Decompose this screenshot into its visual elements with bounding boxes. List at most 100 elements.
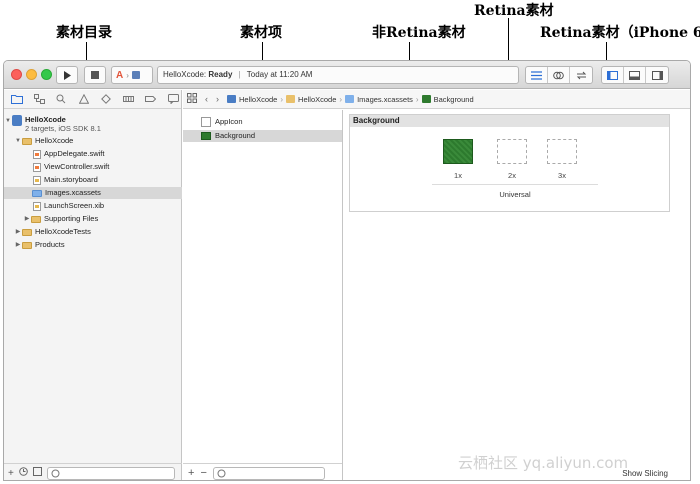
- editor-mode-control[interactable]: [525, 66, 593, 84]
- breadcrumb-project[interactable]: HelloXcode: [227, 95, 277, 104]
- activity-status: HelloXcode: Ready | Today at 11:20 AM: [157, 66, 519, 84]
- xcode-app-icon: A: [116, 69, 124, 81]
- run-button[interactable]: [56, 66, 78, 84]
- source-control-filter-icon[interactable]: [32, 467, 42, 479]
- tree-item-label: Products: [35, 240, 65, 249]
- device-divider: [432, 184, 598, 185]
- asset-set-appicon[interactable]: AppIcon: [183, 116, 342, 128]
- tree-item-appdelegate[interactable]: AppDelegate.swift: [4, 148, 182, 160]
- tree-item-images-xcassets[interactable]: Images.xcassets: [4, 187, 182, 199]
- project-name: HelloXcode: [25, 115, 66, 124]
- watermark: 云栖社区 yq.aliyun.com: [458, 454, 629, 472]
- image-set-title: Background: [350, 115, 669, 127]
- search-icon[interactable]: [54, 92, 69, 106]
- minimize-button[interactable]: [26, 69, 37, 80]
- asset-list-filter-bar: + −: [183, 463, 342, 480]
- swift-file-icon: [33, 149, 41, 159]
- xcode-project-icon: [227, 95, 236, 103]
- status-time: Today at 11:20 AM: [246, 70, 313, 79]
- stop-button[interactable]: [84, 66, 106, 84]
- asset-set-background[interactable]: Background: [183, 130, 342, 142]
- tree-item-label: ViewController.swift: [44, 162, 110, 171]
- folder-icon: [22, 137, 32, 145]
- scheme-selector[interactable]: A ›: [111, 66, 153, 84]
- warning-icon[interactable]: [76, 92, 91, 106]
- xcode-window: A › HelloXcode: Ready | Today at 11:20 A…: [3, 60, 691, 481]
- status-separator: |: [238, 70, 241, 79]
- breadcrumb-asset-catalog[interactable]: Images.xcassets: [345, 95, 413, 104]
- show-slicing-button[interactable]: Show Slicing: [622, 469, 668, 478]
- filter-icon: [51, 469, 60, 477]
- assistant-editor-icon[interactable]: [548, 67, 570, 83]
- version-editor-icon[interactable]: [570, 67, 592, 83]
- project-subtitle: 2 targets, iOS SDK 8.1: [25, 124, 101, 133]
- disclosure-right-icon[interactable]: ▶: [14, 239, 22, 251]
- annotation-assets-list: 素材目录: [56, 25, 112, 41]
- view-toggle-control[interactable]: [601, 66, 669, 84]
- breadcrumb-label: Images.xcassets: [357, 94, 413, 104]
- image-set-icon: [201, 132, 211, 140]
- slot-label-1x: 1x: [454, 171, 462, 180]
- asset-catalog-icon: [32, 189, 42, 197]
- tree-item-label: Main.storyboard: [44, 175, 98, 184]
- asset-set-list: AppIcon Background + −: [183, 110, 343, 480]
- report-navigator-icon[interactable]: [166, 92, 181, 106]
- chevron-right-icon: ›: [126, 70, 129, 80]
- breadcrumb-group[interactable]: HelloXcode: [286, 95, 336, 104]
- device-label: Universal: [499, 190, 531, 199]
- image-slot-1x[interactable]: [443, 139, 473, 164]
- tree-project-root[interactable]: ▼ HelloXcode 2 targets, iOS SDK 8.1: [4, 113, 182, 133]
- related-items-icon[interactable]: [187, 93, 197, 105]
- navigator-filter-input[interactable]: [46, 466, 175, 480]
- annotation-asset-item: 素材项: [240, 25, 282, 41]
- tree-item-products[interactable]: ▶ Products: [4, 239, 182, 251]
- symbol-navigator-icon[interactable]: [31, 92, 46, 106]
- disclosure-right-icon[interactable]: ▶: [23, 213, 31, 225]
- asset-editor: Background 1x 2x 3x Universal Show Slici…: [344, 110, 690, 480]
- breakpoint-navigator-icon[interactable]: [143, 92, 158, 106]
- recent-files-icon[interactable]: [19, 467, 28, 479]
- standard-editor-icon[interactable]: [526, 67, 548, 83]
- disclosure-right-icon[interactable]: ▶: [14, 226, 22, 238]
- tree-item-label: Images.xcassets: [45, 188, 101, 197]
- zoom-button[interactable]: [41, 69, 52, 80]
- forward-arrow-icon[interactable]: ›: [216, 94, 219, 104]
- utilities-toggle-icon[interactable]: [646, 67, 668, 83]
- chevron-right-icon: ›: [339, 94, 343, 104]
- test-navigator-icon[interactable]: [99, 92, 114, 106]
- add-icon[interactable]: +: [8, 468, 14, 479]
- folder-icon: [31, 215, 41, 223]
- asset-set-label: Background: [215, 131, 256, 140]
- annotation-retina: Retina素材: [474, 3, 554, 19]
- image-slot-2x[interactable]: [497, 139, 527, 164]
- remove-icon[interactable]: −: [200, 467, 206, 479]
- debug-navigator-icon[interactable]: [121, 92, 136, 106]
- disclosure-down-icon[interactable]: ▼: [14, 135, 22, 147]
- jump-bar: ‹ › HelloXcode › HelloXcode › Images.xca…: [183, 90, 690, 109]
- asset-filter-input[interactable]: [212, 466, 325, 480]
- tree-item-helloxcode-group[interactable]: ▼ HelloXcode: [4, 135, 182, 147]
- back-arrow-icon[interactable]: ‹: [205, 94, 208, 104]
- toolbar: A › HelloXcode: Ready | Today at 11:20 A…: [4, 61, 690, 89]
- navigator-toggle-icon[interactable]: [602, 67, 624, 83]
- tree-item-label: HelloXcode: [35, 136, 74, 145]
- debug-toggle-icon[interactable]: [624, 67, 646, 83]
- add-icon[interactable]: +: [188, 467, 194, 479]
- app-icon-set-icon: [201, 117, 211, 127]
- image-slot-3x[interactable]: [547, 139, 577, 164]
- disclosure-down-icon[interactable]: ▼: [4, 115, 12, 127]
- breadcrumb-label: HelloXcode: [298, 94, 337, 104]
- tree-item-launchscreen[interactable]: LaunchScreen.xib: [4, 200, 182, 212]
- tree-item-supporting-files[interactable]: ▶ Supporting Files: [4, 213, 182, 225]
- close-button[interactable]: [11, 69, 22, 80]
- tree-item-viewcontroller[interactable]: ViewController.swift: [4, 161, 182, 173]
- tree-item-helloxcodetests[interactable]: ▶ HelloXcodeTests: [4, 226, 182, 238]
- tree-item-main-storyboard[interactable]: Main.storyboard: [4, 174, 182, 186]
- play-icon: [64, 70, 71, 80]
- image-set-icon: [421, 95, 431, 103]
- folder-icon[interactable]: [9, 92, 24, 106]
- asset-catalog-icon: [345, 95, 355, 103]
- annotation-non-retina: 非Retina素材: [372, 25, 466, 41]
- chevron-right-icon: ›: [280, 94, 284, 104]
- breadcrumb-image-set[interactable]: Background: [421, 95, 474, 104]
